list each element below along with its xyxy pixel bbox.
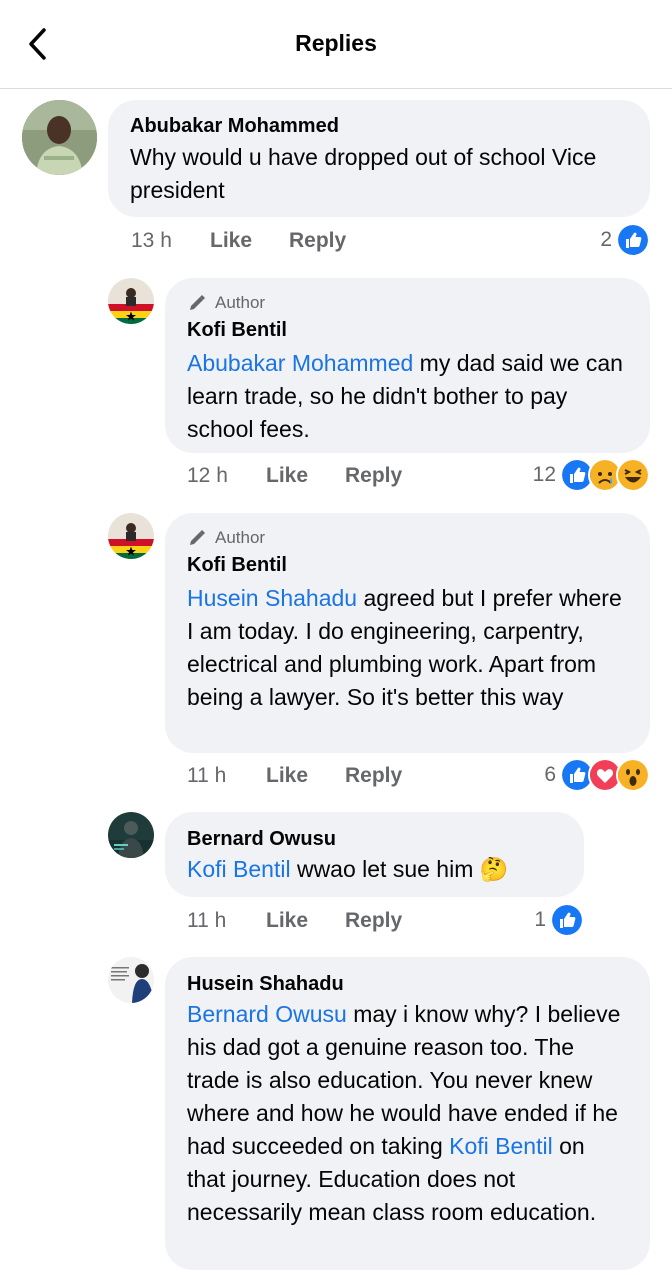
comment-bubble[interactable]: Husein Shahadu Bernard Owusu may i know … bbox=[165, 957, 650, 1270]
commenter-name[interactable]: Abubakar Mohammed bbox=[130, 113, 628, 139]
comment-actions: 13 h Like Reply bbox=[131, 226, 431, 256]
reply-button[interactable]: Reply bbox=[345, 761, 402, 791]
avatar[interactable] bbox=[108, 513, 154, 559]
comment-bubble[interactable]: Author Kofi Bentil Husein Shahadu agreed… bbox=[165, 513, 650, 753]
comment-time: 13 h bbox=[131, 229, 172, 252]
top-bar: Replies bbox=[0, 0, 672, 89]
comment-text: Bernard Owusu may i know why? I believe … bbox=[187, 1001, 621, 1225]
mention-link[interactable]: Bernard Owusu bbox=[187, 1001, 347, 1027]
comment-text: Kofi Bentil wwao let sue him 🤔 bbox=[187, 856, 509, 882]
commenter-name[interactable]: Kofi Bentil bbox=[187, 552, 628, 578]
mention-link[interactable]: Abubakar Mohammed bbox=[187, 350, 413, 376]
reaction-summary[interactable]: 1 bbox=[534, 903, 584, 937]
comment-bubble[interactable]: Abubakar Mohammed Why would u have dropp… bbox=[108, 100, 650, 217]
like-reaction-icon bbox=[550, 903, 584, 937]
haha-reaction-icon bbox=[616, 458, 650, 492]
commenter-name[interactable]: Kofi Bentil bbox=[187, 317, 628, 343]
page-title: Replies bbox=[295, 30, 377, 56]
mention-link[interactable]: Kofi Bentil bbox=[449, 1133, 553, 1159]
comment-time: 11 h bbox=[187, 909, 227, 932]
reaction-count: 1 bbox=[534, 908, 546, 931]
comment-bubble[interactable]: Bernard Owusu Kofi Bentil wwao let sue h… bbox=[165, 812, 584, 897]
comment-actions: 11 h Like Reply bbox=[187, 906, 487, 936]
like-button[interactable]: Like bbox=[266, 906, 308, 936]
pencil-icon bbox=[190, 295, 205, 310]
avatar[interactable] bbox=[22, 100, 97, 175]
reaction-summary[interactable]: 12 bbox=[532, 458, 650, 492]
wow-reaction-icon bbox=[616, 758, 650, 792]
reaction-summary[interactable]: 6 bbox=[544, 758, 650, 792]
mention-link[interactable]: Husein Shahadu bbox=[187, 585, 357, 611]
reaction-count: 6 bbox=[544, 763, 556, 786]
like-reaction-icon bbox=[616, 223, 650, 257]
author-badge: Author bbox=[187, 528, 628, 548]
avatar[interactable] bbox=[108, 278, 154, 324]
avatar[interactable] bbox=[108, 957, 154, 1003]
like-button[interactable]: Like bbox=[210, 226, 252, 256]
comment-text: Abubakar Mohammed my dad said we can lea… bbox=[187, 350, 623, 442]
comment-actions: 12 h Like Reply bbox=[187, 461, 487, 491]
comment-time: 11 h bbox=[187, 764, 227, 787]
pencil-icon bbox=[190, 530, 205, 545]
reply-button[interactable]: Reply bbox=[345, 461, 402, 491]
reaction-summary[interactable]: 2 bbox=[600, 223, 650, 257]
author-badge-label: Author bbox=[215, 528, 266, 547]
reaction-count: 12 bbox=[532, 463, 556, 486]
avatar[interactable] bbox=[108, 812, 154, 858]
reply-button[interactable]: Reply bbox=[345, 906, 402, 936]
author-badge-label: Author bbox=[215, 293, 266, 312]
reaction-count: 2 bbox=[600, 228, 612, 251]
like-button[interactable]: Like bbox=[266, 461, 308, 491]
comment-time: 12 h bbox=[187, 464, 228, 487]
comment-bubble[interactable]: Author Kofi Bentil Abubakar Mohammed my … bbox=[165, 278, 650, 453]
commenter-name[interactable]: Husein Shahadu bbox=[187, 971, 628, 997]
comment-text: Husein Shahadu agreed but I prefer where… bbox=[187, 585, 622, 710]
author-badge: Author bbox=[187, 293, 628, 313]
like-button[interactable]: Like bbox=[266, 761, 308, 791]
mention-link[interactable]: Kofi Bentil bbox=[187, 856, 291, 882]
comment-actions: 11 h Like Reply bbox=[187, 761, 487, 791]
comment-text: Why would u have dropped out of school V… bbox=[130, 144, 597, 203]
reply-button[interactable]: Reply bbox=[289, 226, 346, 256]
commenter-name[interactable]: Bernard Owusu bbox=[187, 826, 562, 852]
